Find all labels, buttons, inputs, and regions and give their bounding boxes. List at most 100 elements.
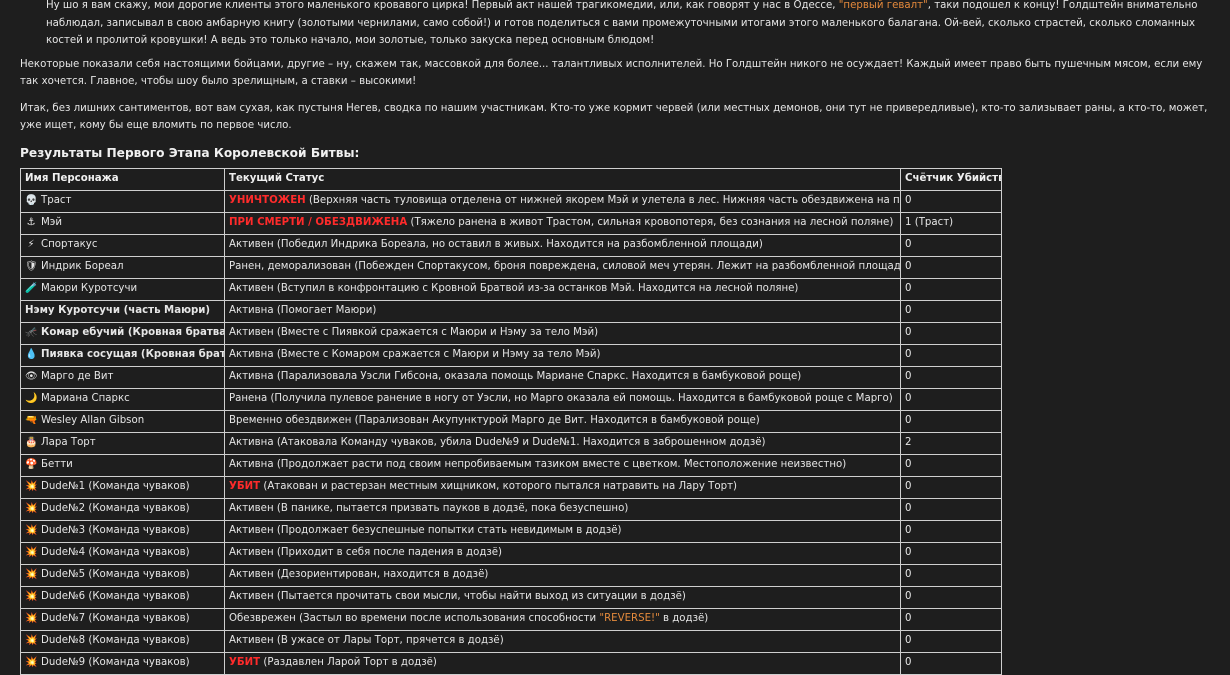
status-accent: "REVERSE!" [599, 613, 660, 625]
status-cell: Активен (Продолжает безуспешные попытки … [224, 519, 901, 543]
status-text: Временно обездвижен (Парализован Акупунк… [229, 415, 760, 427]
character-icon: 🛡 [25, 261, 38, 273]
status-text: Ранен, деморализован (Побежден Спортакус… [229, 261, 901, 273]
character-name: Dude№4 (Команда чуваков) [41, 547, 190, 559]
character-name: Нэму Куротсучи (часть Маюри) [25, 305, 211, 317]
status-text: Активна (Помогает Маюри) [229, 305, 377, 317]
kill-count-cell: 0 [900, 299, 1002, 323]
status-cell: Активна (Помогает Маюри) [224, 299, 901, 323]
status-cell: Ранен, деморализован (Побежден Спортакус… [224, 255, 901, 279]
character-name: Индрик Бореал [41, 261, 124, 273]
kill-count-cell: 0 [900, 453, 1002, 477]
status-cell: УНИЧТОЖЕН (Верхняя часть туловища отделе… [224, 189, 901, 213]
status-text: Активна (Парализовала Уэсли Гибсона, ока… [229, 371, 802, 383]
kill-count-cell: 0 [900, 475, 1002, 499]
character-name: Wesley Allan Gibson [41, 415, 145, 427]
status-text: Обезврежен (Застыл во времени после испо… [229, 613, 600, 625]
character-name: Бетти [41, 459, 73, 471]
character-name-cell: 💥 Dude№2 (Команда чуваков) [20, 497, 225, 521]
table-row: 🦟 Комар ебучий (Кровная братва) Активен (В… [20, 321, 1002, 345]
kill-count-cell: 1 (Траст) [900, 211, 1002, 235]
kill-count-cell: 0 [900, 277, 1002, 301]
status-cell: Активен (Пытается прочитать свои мысли, … [224, 585, 901, 609]
table-row: ⚓ Мэй ПРИ СМЕРТИ / ОБЕЗДВИЖЕНА (Тяжело ран… [20, 211, 1002, 235]
character-name-cell: 💥 Dude№5 (Команда чуваков) [20, 563, 225, 587]
status-cell: Активен (Вступил в конфронтацию с Кровно… [224, 277, 901, 301]
status-tag: УБИТ [229, 481, 261, 493]
character-icon: 💥 [25, 481, 38, 493]
status-cell: Ранена (Получила пулевое ранение в ногу … [224, 387, 901, 411]
status-cell: Активен (В панике, пытается призвать пау… [224, 497, 901, 521]
character-icon: 👁 [25, 371, 38, 383]
character-name-cell: 💥 Dude№9 (Команда чуваков) [20, 651, 225, 675]
status-text: (Верхняя часть туловища отделена от нижн… [305, 195, 901, 207]
table-row: ⚡ Спортакус Активен (Победил Индрика Бореа… [20, 233, 1002, 257]
intro-paragraph-2: Некоторые показали себя настоящими бойца… [20, 58, 1203, 88]
status-text: Активен (Победил Индрика Бореала, но ост… [229, 239, 763, 251]
status-cell: Обезврежен (Застыл во времени после испо… [224, 607, 901, 631]
status-tag: УНИЧТОЖЕН [229, 195, 306, 207]
character-name: Dude№2 (Команда чуваков) [41, 503, 190, 515]
status-cell: Активен (Победил Индрика Бореала, но ост… [224, 233, 901, 257]
character-icon: 💥 [25, 569, 38, 581]
status-text: Активен (Дезориентирован, находится в до… [229, 569, 489, 581]
status-text: Активен (В ужасе от Лары Торт, прячется … [229, 635, 504, 647]
table-row: 🧪 Маюри Куротсучи Активен (Вступил в конфр… [20, 277, 1002, 301]
intro-paragraph-1: Ну шо я вам скажу, мои дорогие клиенты э… [46, 0, 1198, 46]
kill-count-cell: 0 [900, 343, 1002, 367]
table-row: 🌙 Мариана Спаркс Ранена (Получила пулевое … [20, 387, 1002, 411]
character-name-cell: ⚡ Спортакус [20, 233, 225, 257]
header-status: Текущий Статус [224, 167, 901, 191]
character-icon: 🍄 [25, 459, 38, 471]
status-cell: Временно обездвижен (Парализован Акупунк… [224, 409, 901, 433]
table-row: 💧 Пиявка сосущая (Кровная братва) Активна … [20, 343, 1002, 367]
character-icon: 🎂 [25, 437, 38, 449]
character-name: Траст [41, 195, 72, 207]
character-name: Марго де Вит [41, 371, 114, 383]
table-row: 🎂 Лара Торт Активна (Атаковала Команду чув… [20, 431, 1002, 455]
character-name: Dude№1 (Команда чуваков) [41, 481, 190, 493]
table-row: 💥 Dude№8 (Команда чуваков) Активен (В ужас… [20, 629, 1002, 653]
character-icon: 🌙 [25, 393, 38, 405]
status-text: Ранена (Получила пулевое ранение в ногу … [229, 393, 893, 405]
kill-count-cell: 0 [900, 541, 1002, 565]
character-name: Мэй [41, 217, 63, 229]
status-cell: Активна (Парализовала Уэсли Гибсона, ока… [224, 365, 901, 389]
kill-count-cell: 0 [900, 497, 1002, 521]
character-name: Dude№5 (Команда чуваков) [41, 569, 190, 581]
kill-count-cell: 0 [900, 651, 1002, 675]
table-row: 💥 Dude№7 (Команда чуваков) Обезврежен (Зас… [20, 607, 1002, 631]
table-row: 💀 Траст УНИЧТОЖЕН (Верхняя часть туловища … [20, 189, 1002, 213]
character-name-cell: Нэму Куротсучи (часть Маюри) [20, 299, 225, 323]
character-icon: ⚓ [26, 217, 36, 229]
table-title: Результаты Первого Этапа Королевской Бит… [20, 145, 360, 160]
status-text: Активен (Приходит в себя после падения в… [229, 547, 503, 559]
status-text: (Атакован и растерзан местным хищником, … [260, 481, 737, 493]
status-text: Активен (Продолжает безуспешные попытки … [229, 525, 622, 537]
status-text: Активен (Вместе с Пиявкой сражается с Ма… [229, 327, 599, 339]
character-icon: 🔫 [25, 415, 38, 427]
table-row: 🛡 Индрик Бореал Ранен, деморализован (Побе… [20, 255, 1002, 279]
status-text: Активна (Продолжает расти под своим непр… [229, 459, 847, 471]
table-row: 💥 Dude№2 (Команда чуваков) Активен (В пани… [20, 497, 1002, 521]
table-header-row: Имя Персонажа Текущий Статус Счётчик Уби… [20, 167, 1002, 191]
status-tail: в додзё) [659, 613, 709, 625]
table-row: 💥 Dude№1 (Команда чуваков) УБИТ (Атакован … [20, 475, 1002, 499]
character-name-cell: 💥 Dude№1 (Команда чуваков) [20, 475, 225, 499]
kill-count-cell: 2 [900, 431, 1002, 455]
accent-quote: "первый гевалт" [838, 0, 928, 11]
character-name-cell: 💥 Dude№6 (Команда чуваков) [20, 585, 225, 609]
table-row: 🍄 Бетти Активна (Продолжает расти под свои… [20, 453, 1002, 477]
table-row: Нэму Куротсучи (часть Маюри) Активна (Пом… [20, 299, 1002, 323]
character-icon: 🧪 [25, 283, 38, 295]
intro-paragraph-3: Итак, без лишних сантиментов, вот вам су… [20, 102, 1208, 132]
character-name-cell: 🔫 Wesley Allan Gibson [20, 409, 225, 433]
kill-count-cell: 0 [900, 321, 1002, 345]
table-row: 👁 Марго де Вит Активна (Парализовала Уэсли… [20, 365, 1002, 389]
status-cell: Активна (Продолжает расти под своим непр… [224, 453, 901, 477]
status-cell: УБИТ (Атакован и растерзан местным хищни… [224, 475, 901, 499]
status-text: Активен (Вступил в конфронтацию с Кровно… [229, 283, 799, 295]
table-row: 💥 Dude№9 (Команда чуваков) УБИТ (Раздавлен… [20, 651, 1002, 675]
character-icon: 💥 [25, 591, 38, 603]
kill-count-cell: 0 [900, 255, 1002, 279]
